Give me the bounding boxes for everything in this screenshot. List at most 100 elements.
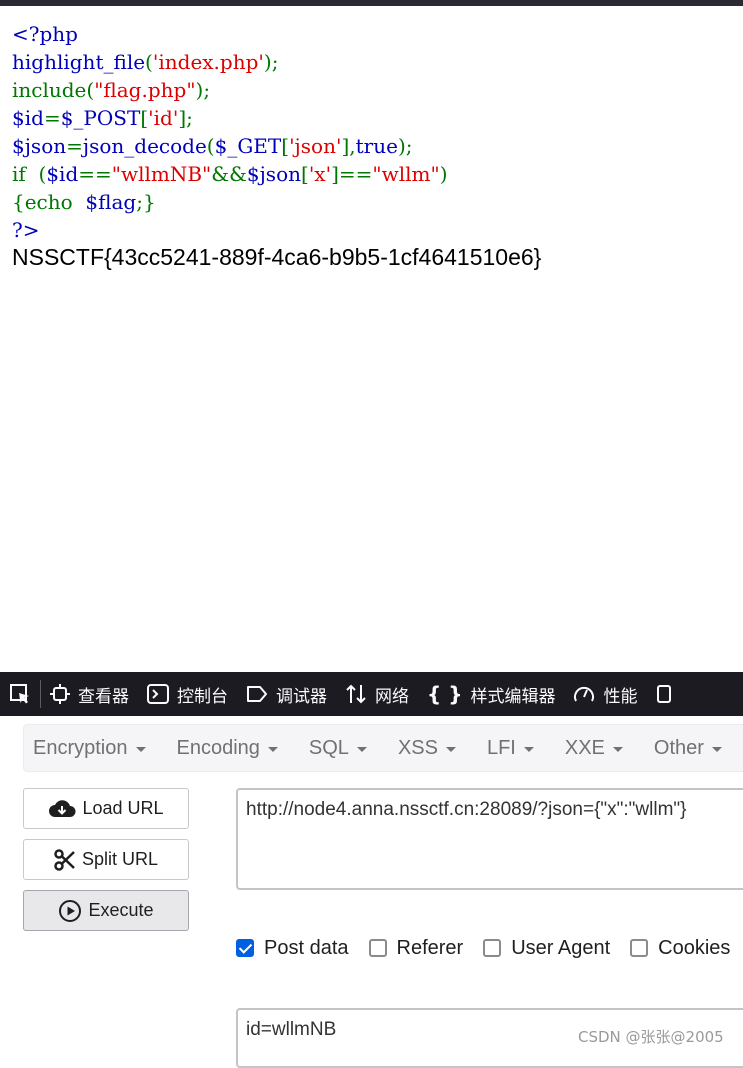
devtools-toolbar: 查看器 控制台 调试器 网络 { } 样式编辑器 性能 (0, 672, 743, 716)
code-line: $id=$_POST['id']; (12, 104, 737, 132)
menu-other-label: Other (653, 736, 704, 759)
load-url-label: Load URL (82, 798, 164, 818)
code-token: [ (281, 134, 290, 158)
tab-performance[interactable]: 性能 (564, 672, 646, 716)
debugger-icon (247, 686, 267, 702)
caret-down-icon (267, 746, 278, 752)
tab-debugger-label: 调试器 (276, 686, 327, 707)
menu-encryption[interactable]: Encryption (24, 737, 155, 760)
code-token: ?> (12, 218, 40, 242)
code-token: && (211, 162, 247, 186)
cookies-checkbox[interactable]: Cookies (630, 937, 730, 960)
menu-other[interactable]: Other (645, 737, 731, 760)
code-token: {echo (12, 190, 86, 214)
code-token: $id (12, 106, 44, 130)
code-line: highlight_file('index.php'); (12, 48, 737, 76)
menu-xss[interactable]: XSS (389, 737, 465, 760)
play-circle-icon (59, 899, 82, 922)
code-token: true (355, 134, 398, 158)
referer-checkbox[interactable]: Referer (368, 936, 464, 960)
menu-lfi[interactable]: LFI (478, 737, 543, 760)
code-token: if ( (12, 162, 47, 186)
code-token: $json (246, 162, 301, 186)
tab-performance-label: 性能 (603, 686, 638, 707)
checkbox-unchecked-icon (483, 939, 502, 957)
tab-style-editor[interactable]: { } 样式编辑器 (418, 672, 564, 716)
menu-encoding[interactable]: Encoding (168, 737, 287, 760)
code-token: 'index.php' (152, 50, 264, 74)
checkbox-unchecked-icon (368, 939, 387, 957)
code-token: = (66, 134, 83, 158)
tab-console-label: 控制台 (177, 686, 228, 707)
browser-top-edge (0, 0, 743, 6)
code-token: "wllmNB" (111, 162, 212, 186)
tab-debugger[interactable]: 调试器 (237, 672, 336, 716)
element-picker-button[interactable] (0, 672, 40, 716)
code-token: ( (206, 134, 215, 158)
flag-output: NSSCTF{43cc5241-889f-4ca6-b9b5-1cf464151… (12, 244, 542, 270)
execute-button[interactable]: Execute (23, 890, 189, 931)
url-input[interactable]: http://node4.anna.nssctf.cn:28089/?json=… (236, 788, 743, 890)
code-token: ( (145, 50, 153, 74)
menu-xss-label: XSS (397, 736, 438, 759)
code-token: == (78, 162, 112, 186)
tab-style-editor-label: 样式编辑器 (470, 686, 556, 707)
code-token: json_decode (82, 134, 207, 158)
console-icon (147, 684, 169, 704)
code-token: $json (12, 134, 67, 158)
menu-xxe[interactable]: XXE (556, 737, 632, 760)
code-token: 'x' (308, 162, 332, 186)
code-token: $_POST (60, 106, 141, 130)
cookies-label: Cookies (658, 936, 731, 959)
style-editor-icon: { } (427, 682, 463, 706)
menu-encoding-label: Encoding (176, 736, 260, 759)
inspector-icon (50, 684, 70, 704)
performance-icon (574, 686, 595, 702)
load-url-button[interactable]: Load URL (23, 788, 189, 829)
caret-down-icon (523, 746, 534, 752)
split-url-button[interactable]: Split URL (23, 839, 189, 880)
tab-more[interactable] (646, 672, 682, 716)
code-token: ); (195, 78, 211, 102)
code-token: $id (46, 162, 79, 186)
element-picker-icon (10, 684, 29, 704)
menu-lfi-label: LFI (486, 736, 516, 759)
menu-xxe-label: XXE (564, 736, 605, 759)
checkbox-checked-icon (236, 939, 254, 957)
user-agent-checkbox[interactable]: User Agent (483, 937, 610, 960)
menu-encryption-label: Encryption (33, 736, 128, 759)
tab-network[interactable]: 网络 (336, 672, 418, 716)
csdn-watermark: CSDN @张张@2005 (578, 1028, 724, 1046)
code-line: include("flag.php"); (12, 76, 737, 104)
menu-sql-label: SQL (308, 736, 349, 759)
code-token: ]== (331, 162, 373, 186)
request-options: Post data Referer User Agent Cookies (236, 934, 743, 962)
code-token: ); (397, 134, 413, 158)
tab-network-label: 网络 (375, 686, 409, 707)
code-token: "wllm" (372, 162, 440, 186)
tab-inspector[interactable]: 查看器 (41, 672, 138, 716)
network-icon (346, 684, 366, 704)
code-token: = (43, 106, 61, 130)
cloud-download-icon (49, 799, 76, 817)
code-token: include( (12, 78, 95, 102)
execute-label: Execute (88, 900, 154, 920)
code-token: ;} (136, 190, 156, 214)
split-url-label: Split URL (81, 849, 159, 869)
hackbar-menubar: Encryption Encoding SQL XSS LFI XXE Othe… (23, 724, 743, 772)
code-token: highlight_file (12, 50, 146, 74)
code-token: $flag (85, 190, 137, 214)
caret-down-icon (356, 746, 367, 752)
memory-icon (657, 685, 672, 703)
code-token: 'id' (148, 106, 179, 130)
tab-inspector-label: 查看器 (78, 686, 129, 707)
referer-label: Referer (396, 936, 464, 959)
menu-sql[interactable]: SQL (300, 737, 376, 760)
code-token: 'json' (289, 134, 342, 158)
post-data-checkbox[interactable]: Post data (236, 937, 349, 960)
tab-console[interactable]: 控制台 (138, 672, 237, 716)
code-token: [ (301, 162, 309, 186)
code-line: {echo $flag;} (12, 188, 737, 216)
hackbar-panel: Encryption Encoding SQL XSS LFI XXE Othe… (0, 716, 743, 1068)
code-token: "flag.php" (94, 78, 196, 102)
